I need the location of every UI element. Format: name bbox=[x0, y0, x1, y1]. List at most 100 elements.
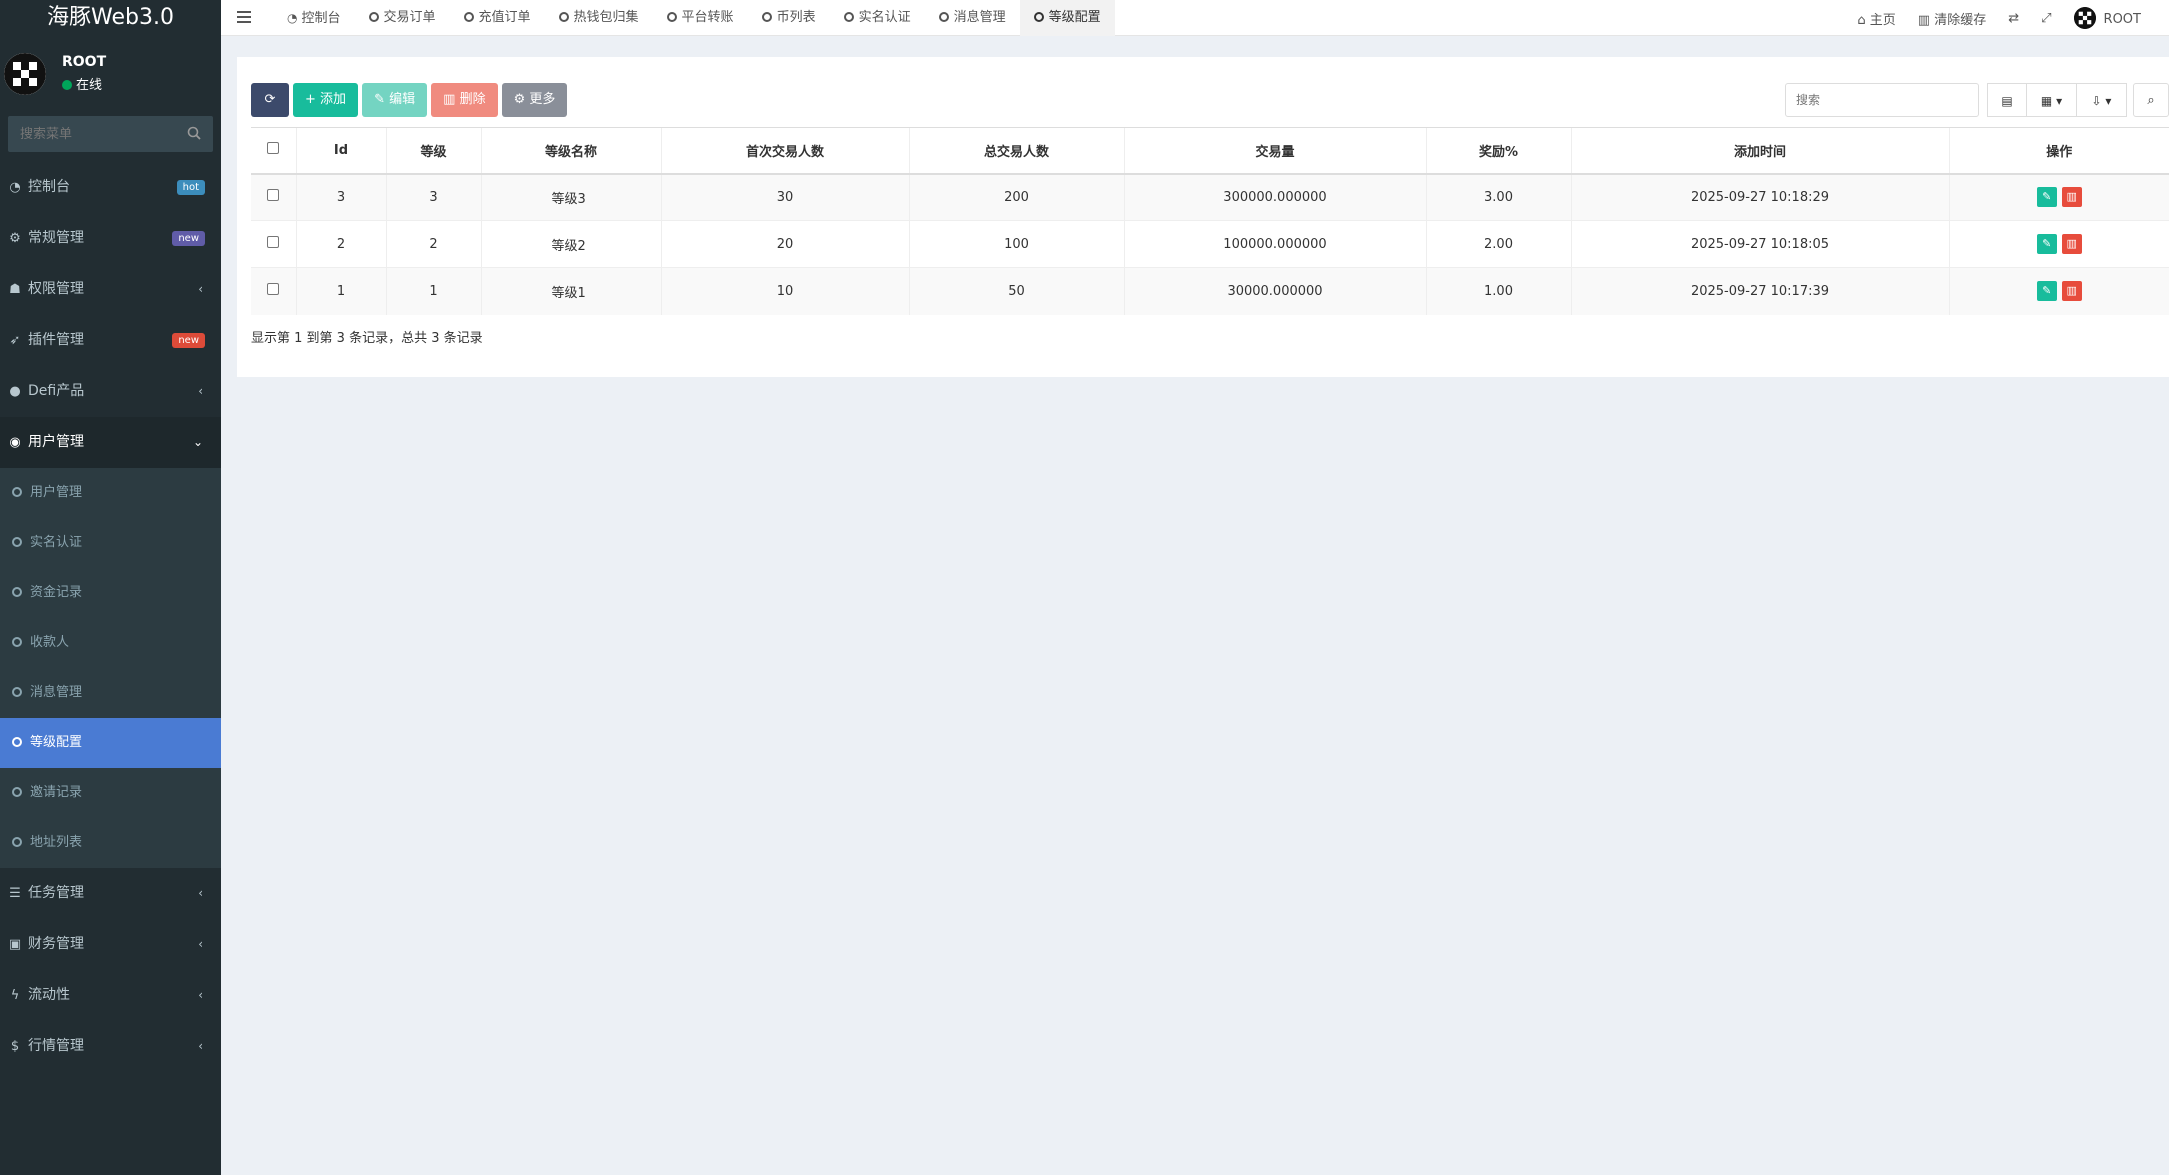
cogs-icon: ⚙ bbox=[9, 231, 21, 246]
row-edit-button[interactable]: ✎ bbox=[2036, 281, 2057, 302]
row-checkbox[interactable] bbox=[267, 236, 280, 248]
row-checkbox-cell[interactable] bbox=[251, 267, 296, 315]
more-button[interactable]: ⚙ 更多 bbox=[501, 83, 568, 117]
sidebar-item-defi[interactable]: ● Defi产品 ‹ bbox=[0, 366, 221, 417]
table-search-button[interactable]: ⌕ bbox=[2133, 83, 2169, 117]
rocket-icon: ➶ bbox=[9, 333, 21, 348]
clear-cache-button[interactable]: ▥ 清除缓存 bbox=[1918, 9, 1986, 28]
hot-badge: hot bbox=[176, 180, 205, 195]
refresh-button[interactable]: ⟳ bbox=[251, 83, 289, 117]
online-dot-icon bbox=[62, 80, 72, 90]
row-edit-button[interactable]: ✎ bbox=[2036, 187, 2057, 208]
search-icon[interactable] bbox=[187, 126, 201, 140]
submenu-item-users[interactable]: 用户管理 bbox=[0, 468, 221, 518]
circle-icon bbox=[1033, 12, 1044, 22]
tab-level-config[interactable]: 等级配置 bbox=[1019, 0, 1115, 36]
pencil-icon: ✎ bbox=[374, 92, 385, 107]
table-row: 3 3 等级3 30 200 300000.000000 3.00 2025-0… bbox=[251, 173, 2169, 221]
edit-button[interactable]: ✎ 编辑 bbox=[362, 83, 428, 117]
table-row: 1 1 等级1 10 50 30000.000000 1.00 2025-09-… bbox=[251, 267, 2169, 315]
tab-dashboard[interactable]: ◔ 控制台 bbox=[273, 0, 355, 36]
submenu-item-payee[interactable]: 收款人 bbox=[0, 618, 221, 668]
tab-coin-list[interactable]: 币列表 bbox=[748, 0, 830, 36]
translate-button[interactable]: ⇄ bbox=[2008, 11, 2019, 26]
row-delete-button[interactable]: ▥ bbox=[2061, 234, 2082, 254]
menu-search-input[interactable] bbox=[8, 116, 213, 152]
fullscreen-button[interactable]: ⤢ bbox=[2041, 11, 2051, 26]
product-icon: ● bbox=[9, 384, 21, 399]
chevron-left-icon: ‹ bbox=[198, 886, 203, 900]
tab-platform-transfer[interactable]: 平台转账 bbox=[653, 0, 748, 36]
tab-trade-orders[interactable]: 交易订单 bbox=[355, 0, 450, 36]
col-reward[interactable]: 奖励% bbox=[1425, 127, 1571, 175]
pagination-info: 显示第 1 到第 3 条记录，总共 3 条记录 bbox=[251, 331, 483, 346]
circle-icon bbox=[12, 637, 22, 647]
row-edit-button[interactable]: ✎ bbox=[2036, 234, 2057, 254]
sidebar-item-auth[interactable]: ☗ 权限管理 ‹ bbox=[0, 264, 221, 315]
columns-button[interactable]: ▦ ▾ bbox=[2027, 83, 2077, 117]
sidebar-item-market[interactable]: $ 行情管理 ‹ bbox=[0, 1021, 221, 1072]
submenu-item-funds[interactable]: 资金记录 bbox=[0, 568, 221, 618]
add-button[interactable]: + 添加 bbox=[293, 83, 359, 117]
table-search[interactable] bbox=[1785, 83, 1979, 117]
circle-icon bbox=[12, 837, 22, 847]
delete-button[interactable]: ▥ 删除 bbox=[431, 83, 498, 117]
tab-recharge-orders[interactable]: 充值订单 bbox=[450, 0, 545, 36]
export-button[interactable]: ⇩ ▾ bbox=[2077, 83, 2127, 117]
submenu-item-messages[interactable]: 消息管理 bbox=[0, 668, 221, 718]
tab-messages[interactable]: 消息管理 bbox=[925, 0, 1020, 36]
row-checkbox-cell[interactable] bbox=[251, 220, 296, 268]
home-link[interactable]: ⌂ 主页 bbox=[1857, 9, 1895, 28]
trash-icon: ▥ bbox=[1917, 12, 1931, 28]
sidebar-item-dashboard[interactable]: ◔ 控制台 hot bbox=[0, 162, 221, 213]
cell-level: 2 bbox=[385, 220, 481, 268]
row-checkbox[interactable] bbox=[267, 189, 280, 202]
cell-level-name: 等级3 bbox=[480, 173, 661, 221]
cell-created-time: 2025-09-27 10:18:29 bbox=[1570, 173, 1949, 221]
cell-actions: ✎ ▥ bbox=[1948, 173, 2169, 221]
sidebar-item-finance[interactable]: ▣ 财务管理 ‹ bbox=[0, 919, 221, 970]
sidebar-item-tasks[interactable]: ☰ 任务管理 ‹ bbox=[0, 868, 221, 919]
submenu-item-addresses[interactable]: 地址列表 bbox=[0, 818, 221, 868]
select-all-header[interactable] bbox=[251, 127, 296, 175]
circle-icon bbox=[761, 12, 772, 22]
cell-total-traders: 200 bbox=[908, 173, 1124, 221]
cell-total-traders: 50 bbox=[908, 267, 1124, 315]
col-level[interactable]: 等级 bbox=[385, 127, 481, 175]
cell-reward: 1.00 bbox=[1425, 267, 1571, 315]
app-logo[interactable]: 海豚Web3.0 bbox=[0, 0, 221, 36]
tab-realname[interactable]: 实名认证 bbox=[830, 0, 925, 36]
sidebar-item-plugins[interactable]: ➶ 插件管理 new bbox=[0, 315, 221, 366]
cell-id: 2 bbox=[295, 220, 386, 268]
select-all-checkbox[interactable] bbox=[267, 142, 280, 155]
sidebar-item-liquidity[interactable]: ϟ 流动性 ‹ bbox=[0, 970, 221, 1021]
col-created-time[interactable]: 添加时间 bbox=[1570, 127, 1949, 175]
toggle-view-button[interactable]: ▤ bbox=[1987, 83, 2027, 117]
submenu-item-realname[interactable]: 实名认证 bbox=[0, 518, 221, 568]
submenu-item-level-config[interactable]: 等级配置 bbox=[0, 718, 221, 768]
cell-first-traders: 30 bbox=[660, 173, 909, 221]
card-view-icon: ▤ bbox=[2001, 94, 2013, 108]
table-search-input[interactable] bbox=[1786, 84, 1978, 116]
cell-level-name: 等级1 bbox=[480, 267, 661, 315]
col-level-name[interactable]: 等级名称 bbox=[480, 127, 661, 175]
submenu-item-invites[interactable]: 邀请记录 bbox=[0, 768, 221, 818]
col-id[interactable]: Id bbox=[295, 127, 386, 175]
row-checkbox[interactable] bbox=[267, 283, 280, 296]
cell-first-traders: 10 bbox=[660, 267, 909, 315]
chevron-left-icon: ‹ bbox=[198, 384, 203, 398]
navbar-right: ⌂ 主页 ▥ 清除缓存 ⇄ ⤢ ROOT bbox=[1835, 0, 2141, 36]
sidebar-item-users[interactable]: ◉ 用户管理 ⌄ bbox=[0, 417, 221, 468]
col-total-traders[interactable]: 总交易人数 bbox=[908, 127, 1124, 175]
user-menu[interactable]: ROOT bbox=[2073, 7, 2141, 29]
sidebar-item-general[interactable]: ⚙ 常规管理 new bbox=[0, 213, 221, 264]
col-first-traders[interactable]: 首次交易人数 bbox=[660, 127, 909, 175]
row-checkbox-cell[interactable] bbox=[251, 173, 296, 221]
tab-hot-wallet[interactable]: 热钱包归集 bbox=[545, 0, 653, 36]
row-delete-button[interactable]: ▥ bbox=[2061, 281, 2082, 302]
circle-icon bbox=[938, 12, 949, 22]
col-volume[interactable]: 交易量 bbox=[1123, 127, 1426, 175]
hamburger-icon[interactable] bbox=[237, 10, 251, 24]
menu-search[interactable] bbox=[8, 116, 213, 152]
row-delete-button[interactable]: ▥ bbox=[2061, 187, 2082, 208]
